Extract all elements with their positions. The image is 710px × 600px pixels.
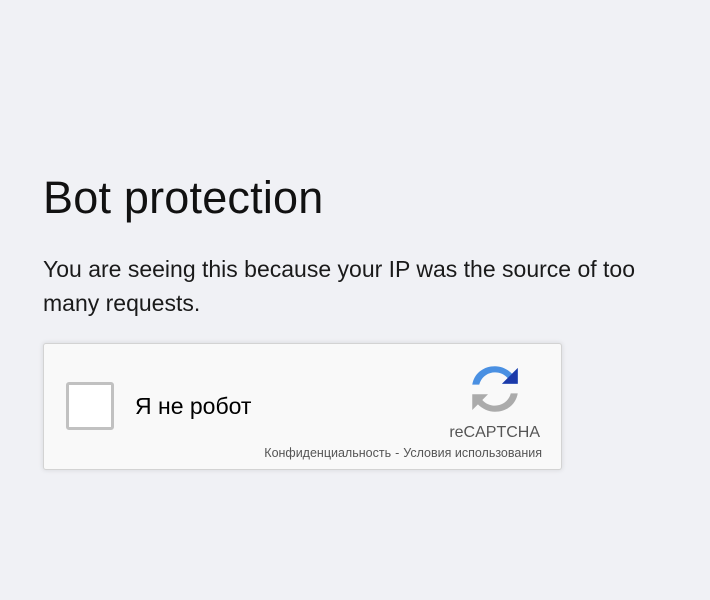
recaptcha-widget: Я не робот reCAPTCHA Конфиденциальность -… bbox=[43, 343, 562, 470]
privacy-link[interactable]: Конфиденциальность bbox=[264, 446, 391, 460]
recaptcha-brand-label: reCAPTCHA bbox=[449, 424, 540, 441]
links-separator: - bbox=[395, 446, 400, 460]
recaptcha-checkbox-label[interactable]: Я не робот bbox=[135, 392, 251, 420]
page-title: Bot protection bbox=[43, 172, 324, 223]
recaptcha-links: Конфиденциальность - Условия использования bbox=[264, 445, 542, 461]
recaptcha-checkbox[interactable] bbox=[66, 382, 114, 430]
page-description: You are seeing this because your IP was … bbox=[43, 256, 635, 316]
recaptcha-logo-icon bbox=[472, 366, 518, 412]
terms-link[interactable]: Условия использования bbox=[403, 446, 542, 460]
main-content: Bot protection You are seeing this becau… bbox=[43, 170, 683, 320]
